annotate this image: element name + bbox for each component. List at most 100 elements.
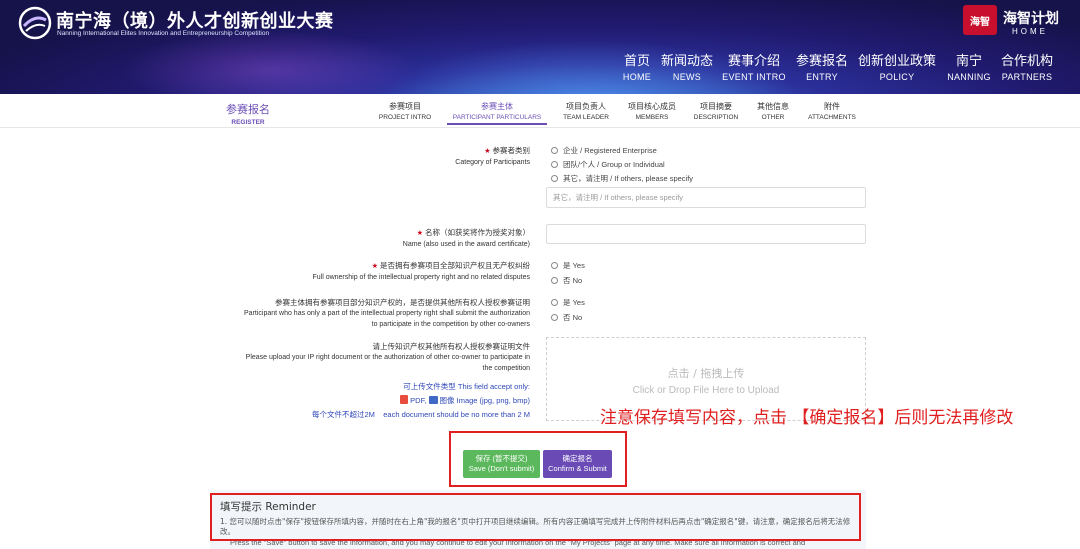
tab-label-en: PROJECT INTRO bbox=[378, 114, 432, 121]
tab-label-en: ATTACHMENTS bbox=[808, 114, 856, 121]
nav-label-cn: 新闻动态 bbox=[660, 54, 713, 69]
upload-type-pdf: PDF, bbox=[410, 396, 427, 405]
brand-name-cn[interactable]: 海智计划 bbox=[1003, 8, 1059, 28]
radio-circle-icon bbox=[551, 147, 558, 154]
nav-label-en: POLICY bbox=[879, 72, 915, 82]
full-ownership-label-en: Full ownership of the intellectual prope… bbox=[312, 274, 530, 281]
tab-label-cn: 项目核心成员 bbox=[628, 102, 676, 111]
tab-members[interactable]: 项目核心成员 MEMBERS bbox=[624, 101, 680, 121]
brand-home-link[interactable]: HOME bbox=[1012, 27, 1048, 36]
registration-tabbar: 参赛报名 REGISTER 参赛项目 PROJECT INTRO 参赛主体 PA… bbox=[0, 94, 1080, 128]
full-ownership-label-cn: 是否拥有参赛项目全部知识产权且无产权纠纷 bbox=[380, 261, 530, 270]
tab-team-leader[interactable]: 项目负责人 TEAM LEADER bbox=[560, 101, 612, 121]
radio-label: 是 Yes bbox=[563, 261, 585, 270]
partial-ownership-label: 参赛主体拥有参赛项目部分知识产权的，是否提供其他所有权人授权参赛证明 Parti… bbox=[244, 297, 530, 330]
tab-description[interactable]: 项目摘要 DESCRIPTION bbox=[692, 101, 740, 121]
full-ownership-label: ★ 是否拥有参赛项目全部知识产权且无产权纠纷 Full ownership of… bbox=[312, 260, 530, 283]
tab-label-cn: 项目摘要 bbox=[700, 102, 732, 111]
tab-participant-particulars[interactable]: 参赛主体 PARTICIPANT PARTICULARS bbox=[447, 101, 547, 125]
upload-file-types: 可上传文件类型 This field accept only: PDF, 图像 … bbox=[312, 381, 530, 420]
tab-label-en: PARTICIPANT PARTICULARS bbox=[452, 114, 542, 121]
category-label: ★ 参赛者类别 Category of Participants bbox=[455, 145, 530, 168]
tab-label-cn: 项目负责人 bbox=[566, 102, 606, 111]
section-title-en: REGISTER bbox=[231, 119, 265, 126]
nav-item-nanning[interactable]: 南宁 NANNING bbox=[944, 50, 994, 82]
section-title: 参赛报名 REGISTER bbox=[226, 101, 270, 126]
competition-logo-icon[interactable] bbox=[18, 6, 52, 40]
nav-label-cn: 南宁 bbox=[955, 54, 982, 69]
tab-other[interactable]: 其他信息 OTHER bbox=[754, 101, 792, 121]
tab-label-en: TEAM LEADER bbox=[563, 114, 609, 121]
required-star: ★ bbox=[484, 148, 493, 155]
radio-label: 团队/个人 / Group or Individual bbox=[563, 160, 665, 169]
radio-circle-icon bbox=[551, 277, 558, 284]
radio-circle-icon bbox=[551, 161, 558, 168]
image-file-icon bbox=[428, 396, 438, 404]
partial-ownership-yes[interactable]: 是 Yes bbox=[551, 297, 585, 308]
reminder-highlight-box bbox=[210, 493, 861, 541]
category-other-input[interactable]: 其它，请注明 / If others, please specify bbox=[546, 187, 866, 208]
partial-ownership-label-en-2: to participate in the competition by oth… bbox=[371, 321, 530, 328]
nav-label-en: PARTNERS bbox=[1001, 72, 1053, 82]
logo-title-en: Nanning International Elites Innovation … bbox=[57, 30, 270, 37]
nav-item-policy[interactable]: 创新创业政策 POLICY bbox=[856, 50, 938, 82]
category-option-enterprise[interactable]: 企业 / Registered Enterprise bbox=[551, 145, 657, 156]
partial-ownership-no[interactable]: 否 No bbox=[551, 312, 582, 323]
tab-label-cn: 其他信息 bbox=[757, 102, 789, 111]
category-option-group[interactable]: 团队/个人 / Group or Individual bbox=[551, 159, 665, 170]
nav-label-en: ENTRY bbox=[806, 72, 838, 82]
name-label: ★ 名称（如获奖将作为授奖对象） Name (also used in the … bbox=[403, 227, 530, 250]
category-label-cn: 参赛者类别 bbox=[492, 146, 531, 155]
name-label-en: Name (also used in the award certificate… bbox=[402, 241, 530, 248]
radio-circle-icon bbox=[551, 262, 558, 269]
tab-label-en: OTHER bbox=[761, 114, 785, 121]
confirm-submit-button[interactable]: 确定报名 Confirm & Submit bbox=[543, 450, 612, 478]
category-option-other[interactable]: 其它，请注明 / If others, please specify bbox=[551, 173, 693, 184]
save-button[interactable]: 保存 (暂不提交) Save (Don't submit) bbox=[463, 450, 540, 478]
tab-label-cn: 参赛项目 bbox=[389, 102, 421, 111]
radio-circle-icon bbox=[551, 299, 558, 306]
nav-item-news[interactable]: 新闻动态 NEWS bbox=[660, 50, 714, 82]
radio-label: 否 No bbox=[563, 313, 583, 322]
upload-size-limit: 每个文件不超过2M each document should be no mor… bbox=[311, 410, 530, 419]
nav-label-cn: 赛事介绍 bbox=[727, 54, 780, 69]
full-ownership-no[interactable]: 否 No bbox=[551, 275, 582, 286]
main-nav: 首页 HOME 新闻动态 NEWS 赛事介绍 EVENT INTRO 参赛报名 … bbox=[0, 50, 1080, 90]
tab-attachments[interactable]: 附件 ATTACHMENTS bbox=[805, 101, 859, 121]
upload-types-list: PDF, 图像 Image (jpg, png, bmp) bbox=[312, 395, 530, 406]
upload-type-image: 图像 Image (jpg, png, bmp) bbox=[439, 396, 530, 405]
brand-seal-logo: 海智 bbox=[963, 5, 997, 35]
nav-label-en: NEWS bbox=[672, 72, 702, 82]
upload-types-title: 可上传文件类型 This field accept only: bbox=[403, 382, 530, 391]
site-header: 南宁海（境）外人才创新创业大赛 Nanning International El… bbox=[0, 0, 1080, 94]
upload-label-en-2: the competition bbox=[482, 365, 530, 372]
nav-label-cn: 合作机构 bbox=[1000, 54, 1053, 69]
tab-project-intro[interactable]: 参赛项目 PROJECT INTRO bbox=[377, 101, 433, 121]
submit-warning-annotation: 注意保存填写内容，点击 【确定报名】后则无法再修改 bbox=[600, 408, 1014, 428]
name-input[interactable] bbox=[546, 224, 866, 244]
tab-label-en: DESCRIPTION bbox=[693, 114, 739, 121]
name-label-cn: 名称（如获奖将作为授奖对象） bbox=[425, 228, 530, 237]
nav-label-cn: 参赛报名 bbox=[795, 54, 848, 69]
radio-circle-icon bbox=[551, 314, 558, 321]
required-star: ★ bbox=[416, 230, 425, 237]
submit-button-cn: 确定报名 bbox=[562, 454, 593, 463]
nav-item-entry[interactable]: 参赛报名 ENTRY bbox=[794, 50, 850, 82]
upload-label-cn: 请上传知识产权其他所有权人授权参赛证明文件 bbox=[372, 342, 531, 351]
full-ownership-yes[interactable]: 是 Yes bbox=[551, 260, 585, 271]
nav-item-home[interactable]: 首页 HOME bbox=[620, 50, 654, 82]
nav-label-en: HOME bbox=[622, 72, 652, 82]
required-star: ★ bbox=[371, 263, 380, 270]
nav-label-cn: 创新创业政策 bbox=[857, 54, 936, 69]
save-button-en: Save (Don't submit) bbox=[468, 464, 535, 473]
nav-label-cn: 首页 bbox=[623, 54, 650, 69]
tab-label-cn: 附件 bbox=[824, 102, 840, 111]
upload-label-en-1: Please upload your IP right document or … bbox=[245, 354, 530, 361]
section-title-cn: 参赛报名 bbox=[226, 103, 270, 116]
partial-ownership-label-en-1: Participant who has only a part of the i… bbox=[244, 310, 530, 317]
radio-label: 否 No bbox=[563, 276, 583, 285]
nav-item-partners[interactable]: 合作机构 PARTNERS bbox=[998, 50, 1056, 82]
nav-item-event-intro[interactable]: 赛事介绍 EVENT INTRO bbox=[722, 50, 786, 82]
radio-circle-icon bbox=[551, 175, 558, 182]
pdf-file-icon bbox=[400, 395, 409, 404]
